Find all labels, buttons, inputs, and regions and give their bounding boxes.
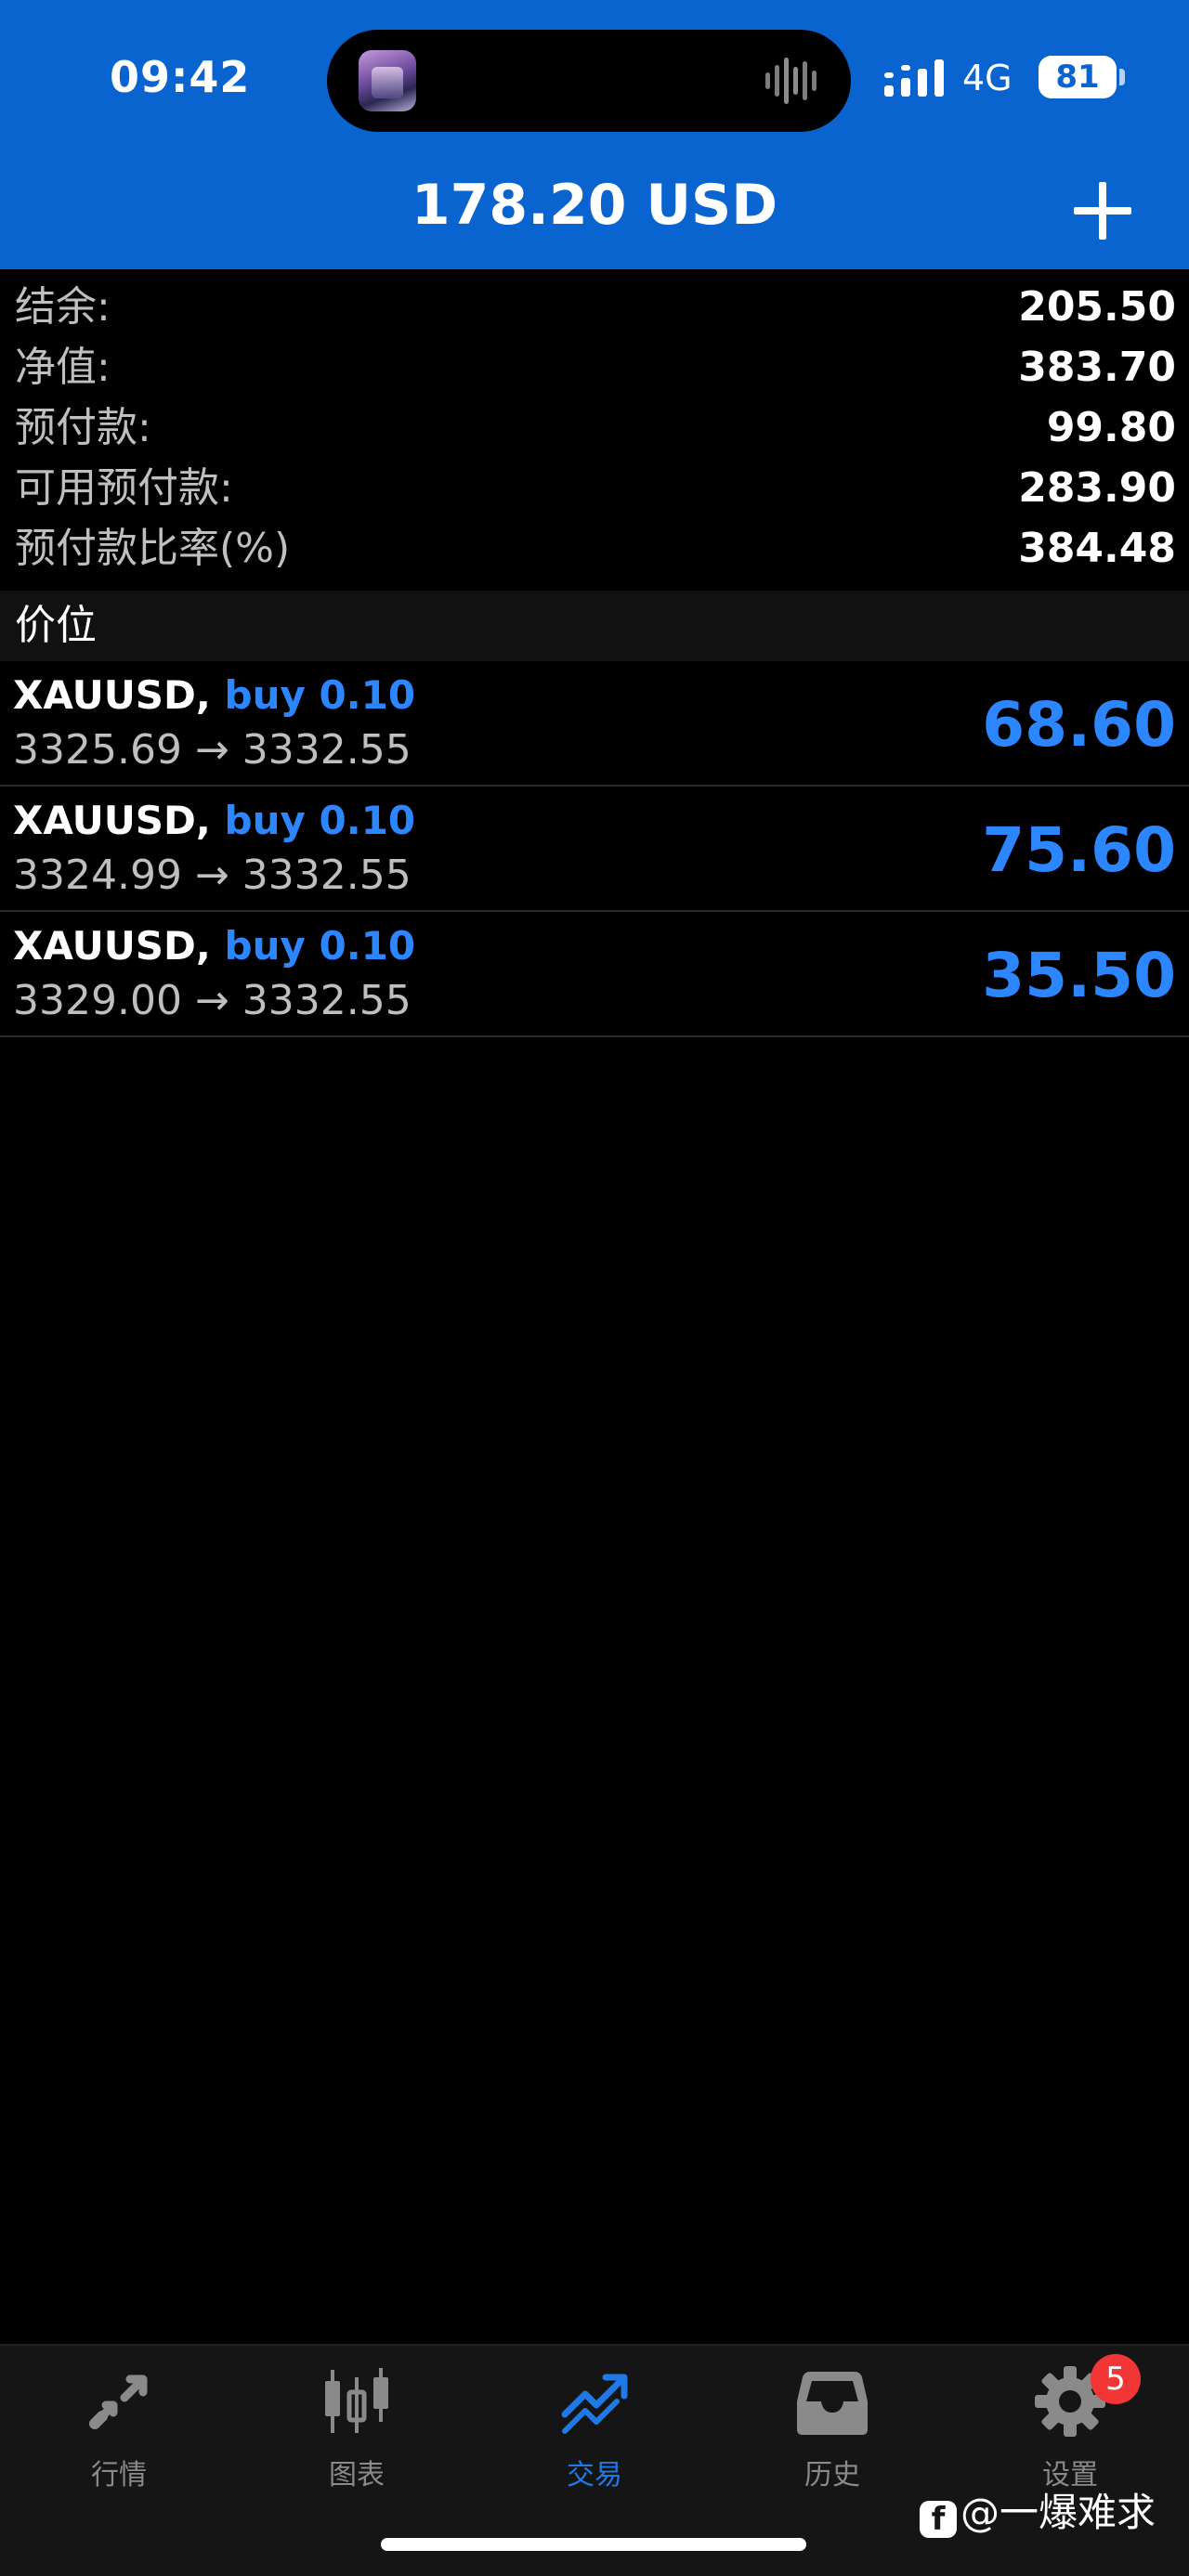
position-profit: 75.60: [982, 814, 1176, 886]
tab-label: 图表: [329, 2459, 385, 2491]
plus-icon[interactable]: [1068, 176, 1137, 245]
trade-icon: [561, 2374, 628, 2434]
tab-charts[interactable]: 图表: [273, 2364, 440, 2494]
summary-value: 99.80: [1046, 404, 1176, 451]
dynamic-island[interactable]: [327, 30, 851, 132]
tab-quotes[interactable]: 行情: [35, 2364, 203, 2494]
position-prices: 3325.69 → 3332.55: [13, 726, 412, 774]
position-symbol: XAUUSD,: [13, 923, 211, 969]
summary-value: 283.90: [1018, 464, 1176, 512]
tab-history[interactable]: 历史: [749, 2364, 916, 2494]
trade-screen: 09:42 4G 81 178.20 USD 结余: 205.50 净值: 38…: [0, 0, 1189, 2576]
history-tray-icon: [797, 2372, 868, 2435]
summary-value: 383.70: [1018, 344, 1176, 391]
summary-value: 205.50: [1018, 283, 1176, 331]
positions-section-header: 价位: [0, 591, 1189, 661]
watermark-text: @一爆难求: [960, 2490, 1156, 2535]
audio-waveform-icon: [765, 58, 817, 104]
summary-row-equity: 净值: 383.70: [0, 337, 1189, 397]
position-symbol: XAUUSD,: [13, 798, 211, 843]
position-profit: 35.50: [982, 940, 1176, 1011]
summary-label: 预付款比率(%): [15, 525, 291, 572]
position-symbol-line: XAUUSD, buy 0.10: [13, 923, 415, 969]
positions-section-title: 价位: [15, 602, 97, 649]
positions-list: XAUUSD, buy 0.10 3325.69 → 3332.55 68.60…: [0, 661, 1189, 1037]
battery-percent: 81: [1055, 59, 1100, 96]
summary-label: 结余:: [15, 283, 111, 331]
position-side-volume: buy 0.10: [224, 923, 416, 969]
position-symbol-line: XAUUSD, buy 0.10: [13, 672, 415, 718]
cellular-signal-icon: [884, 59, 944, 97]
summary-row-margin-level: 预付款比率(%) 384.48: [0, 518, 1189, 579]
header: 09:42 4G 81 178.20 USD: [0, 0, 1189, 269]
position-symbol-line: XAUUSD, buy 0.10: [13, 798, 415, 843]
position-row[interactable]: XAUUSD, buy 0.10 3324.99 → 3332.55 75.60: [0, 787, 1189, 912]
position-side-volume: buy 0.10: [224, 672, 416, 718]
summary-label: 预付款:: [15, 404, 151, 451]
status-time: 09:42: [110, 52, 251, 102]
candlestick-chart-icon: [325, 2368, 388, 2433]
tab-label: 行情: [91, 2459, 147, 2491]
page-title: 178.20 USD: [411, 173, 778, 238]
position-row[interactable]: XAUUSD, buy 0.10 3325.69 → 3332.55 68.60: [0, 661, 1189, 787]
position-prices: 3329.00 → 3332.55: [13, 977, 412, 1024]
position-prices: 3324.99 → 3332.55: [13, 852, 412, 899]
network-type: 4G: [962, 58, 1013, 98]
quotes-icon: [89, 2374, 148, 2429]
position-row[interactable]: XAUUSD, buy 0.10 3329.00 → 3332.55 35.50: [0, 912, 1189, 1037]
position-symbol: XAUUSD,: [13, 672, 211, 718]
summary-label: 净值:: [15, 344, 111, 391]
summary-label: 可用预付款:: [15, 464, 233, 512]
summary-row-free-margin: 可用预付款: 283.90: [0, 458, 1189, 518]
tab-label: 历史: [804, 2459, 860, 2491]
summary-row-margin: 预付款: 99.80: [0, 397, 1189, 458]
summary-value: 384.48: [1018, 525, 1176, 572]
summary-row-balance: 结余: 205.50: [0, 277, 1189, 337]
position-side-volume: buy 0.10: [224, 798, 416, 843]
account-summary: 结余: 205.50 净值: 383.70 预付款: 99.80 可用预付款: …: [0, 277, 1189, 579]
now-playing-app-icon: [359, 50, 416, 111]
battery-cap: [1119, 69, 1125, 85]
facebook-logo-icon: f: [920, 2501, 957, 2538]
watermark: f @一爆难求: [920, 2481, 1156, 2538]
battery-icon: 81: [1039, 56, 1117, 98]
tab-trade[interactable]: 交易: [511, 2364, 678, 2494]
position-profit: 68.60: [982, 689, 1176, 761]
tab-label: 交易: [567, 2459, 622, 2491]
settings-notification-badge: 5: [1091, 2354, 1141, 2404]
home-indicator[interactable]: [381, 2538, 806, 2551]
